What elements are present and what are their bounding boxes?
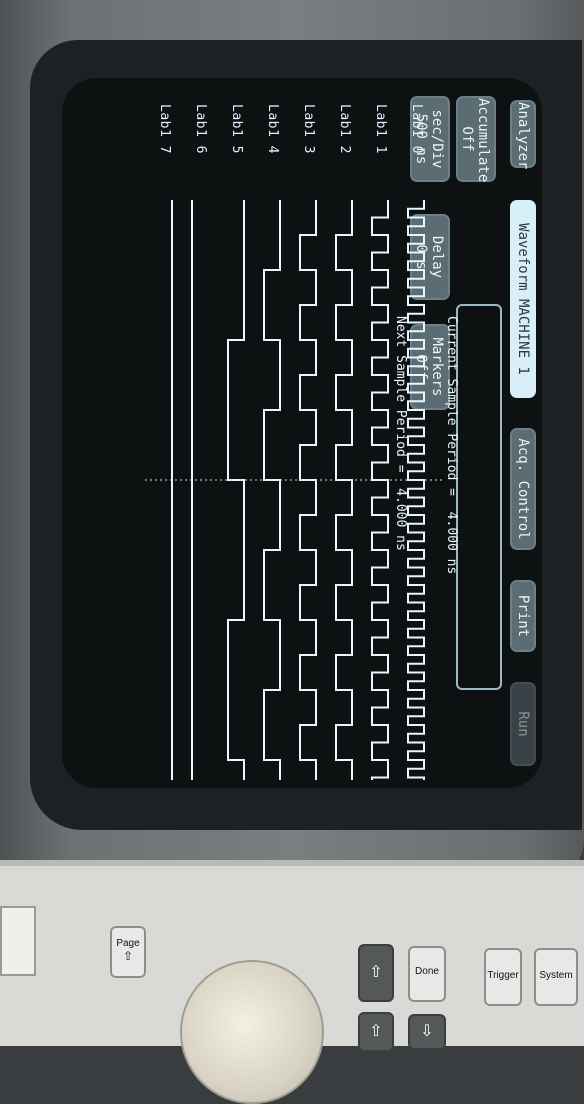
system-key[interactable]: System (534, 948, 578, 1006)
waveform-trace-5 (227, 200, 245, 780)
accumulate-value: Off (459, 126, 475, 152)
trigger-key[interactable]: Trigger (484, 948, 522, 1006)
channel-label-0: Lab1 0 (409, 104, 424, 154)
up-arrow-key[interactable]: ⇧ (358, 944, 394, 1002)
waveform-plot (142, 200, 442, 780)
front-panel: Page ⇧ ⇧ ⇧ Done ⇩ Trigger System (0, 860, 584, 1104)
trigger-key-label: Trigger (487, 970, 519, 981)
crt-screen: Analyzer Waveform MACHINE 1 Acq. Control… (62, 78, 542, 788)
power-key[interactable] (0, 906, 36, 976)
waveform-trace-4 (263, 200, 281, 780)
acq-control-button[interactable]: Acq. Control (510, 428, 536, 550)
channel-label-2: Lab1 2 (337, 104, 352, 154)
up-arrow-icon: ⇧ (122, 949, 134, 963)
system-key-label: System (539, 970, 573, 981)
sec-div-title: sec/Div (429, 109, 445, 169)
channel-label-1: Lab1 1 (373, 104, 388, 154)
down-arrow-key[interactable]: ⇩ (408, 1014, 446, 1050)
waveform-trace-3 (299, 200, 317, 780)
run-button[interactable]: Run (510, 682, 536, 766)
sample-period-info: Current Sample Period = 4.000 ns Next Sa… (393, 304, 502, 690)
acq-control-label: Acq. Control (515, 438, 531, 540)
accumulate-button[interactable]: Accumulate Off (456, 96, 496, 182)
waveform-label: Waveform MACHINE 1 (515, 223, 531, 375)
up-arrow-key-2[interactable]: ⇧ (358, 1012, 394, 1052)
channel-label-4: Lab1 4 (265, 104, 280, 154)
analyzer-label: Analyzer (515, 102, 531, 170)
done-key[interactable]: Done (408, 946, 446, 1002)
channel-label-6: Lab1 6 (193, 104, 208, 154)
analyzer-display: Analyzer Waveform MACHINE 1 Acq. Control… (62, 78, 542, 788)
channel-label-5: Lab1 5 (229, 104, 244, 154)
waveform-trace-2 (335, 200, 353, 780)
waveform-tab[interactable]: Waveform MACHINE 1 (510, 200, 536, 398)
accumulate-title: Accumulate (475, 98, 491, 183)
run-label: Run (515, 711, 531, 737)
print-label: Print (515, 594, 531, 638)
analyzer-button[interactable]: Analyzer (510, 100, 536, 170)
current-sample-period: Current Sample Period = 4.000 ns (444, 316, 459, 575)
channel-label-7: Lab1 7 (157, 104, 172, 154)
page-key-label: Page (116, 938, 140, 949)
waveform-trace-0 (407, 200, 425, 780)
print-button[interactable]: Print (510, 580, 536, 652)
page-key[interactable]: Page ⇧ (110, 926, 146, 978)
display-rotated-container: Analyzer Waveform MACHINE 1 Acq. Control… (62, 78, 542, 788)
channel-label-3: Lab1 3 (301, 104, 316, 154)
rotary-knob[interactable] (180, 960, 324, 1104)
waveform-trace-1 (371, 200, 389, 780)
done-key-label: Done (415, 966, 439, 977)
